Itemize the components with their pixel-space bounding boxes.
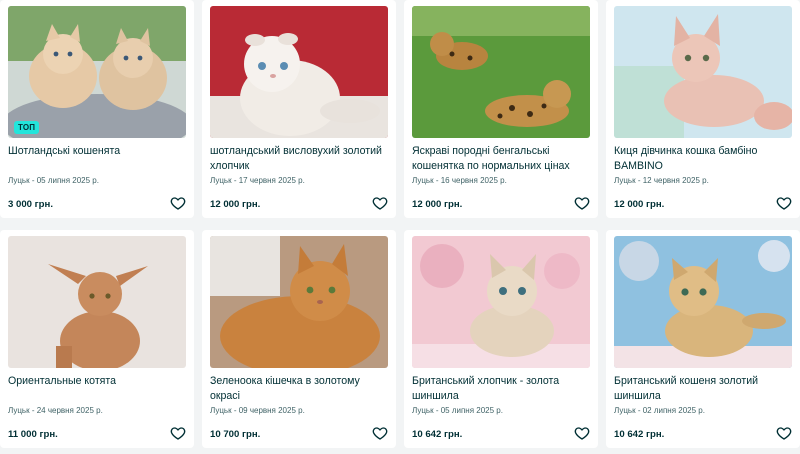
listing-card[interactable]: Киця дівчинка кошка бамбіно BAMBINO Луць… bbox=[606, 0, 800, 218]
listing-title[interactable]: Яскраві породні бенгальські кошенятка по… bbox=[412, 144, 588, 174]
heart-outline-icon[interactable] bbox=[574, 425, 590, 441]
listing-title[interactable]: Шотландські кошенята bbox=[8, 144, 184, 159]
listing-price: 10 700 грн. bbox=[210, 429, 261, 440]
listing-photo[interactable] bbox=[614, 6, 792, 138]
cat-photo bbox=[412, 6, 590, 138]
listing-photo[interactable] bbox=[614, 236, 792, 368]
listing-price: 12 000 грн. bbox=[210, 199, 261, 210]
cat-photo bbox=[8, 6, 186, 138]
listing-location-date: Луцьк - 16 червня 2025 р. bbox=[412, 176, 507, 185]
listing-price: 10 642 грн. bbox=[412, 429, 463, 440]
listing-location-date: Луцьк - 05 липня 2025 р. bbox=[412, 406, 503, 415]
listing-card[interactable]: Яскраві породні бенгальські кошенятка по… bbox=[404, 0, 598, 218]
listing-title[interactable]: Британський хлопчик - золота шиншила bbox=[412, 374, 588, 404]
heart-outline-icon[interactable] bbox=[170, 195, 186, 211]
listing-title[interactable]: Британський кошеня золотий шиншила bbox=[614, 374, 790, 404]
listing-photo[interactable] bbox=[412, 236, 590, 368]
listing-title[interactable]: Киця дівчинка кошка бамбіно BAMBINO bbox=[614, 144, 790, 174]
listing-card[interactable]: Ориентальные котята Луцьк - 24 червня 20… bbox=[0, 230, 194, 448]
heart-outline-icon[interactable] bbox=[776, 425, 792, 441]
listing-card[interactable]: Британський хлопчик - золота шиншила Луц… bbox=[404, 230, 598, 448]
cat-photo bbox=[8, 236, 186, 368]
heart-outline-icon[interactable] bbox=[574, 195, 590, 211]
heart-outline-icon[interactable] bbox=[372, 195, 388, 211]
heart-outline-icon[interactable] bbox=[776, 195, 792, 211]
listing-price: 12 000 грн. bbox=[412, 199, 463, 210]
listing-location-date: Луцьк - 17 червня 2025 р. bbox=[210, 176, 305, 185]
cat-photo bbox=[210, 6, 388, 138]
listing-title[interactable]: Зеленоока кішечка в золотому окрасі bbox=[210, 374, 386, 404]
listing-price: 11 000 грн. bbox=[8, 429, 58, 440]
cat-photo bbox=[614, 6, 792, 138]
listing-price: 3 000 грн. bbox=[8, 199, 53, 210]
listing-grid: ТОП Шотландські кошенята Луцьк - 05 липн… bbox=[0, 0, 800, 454]
listing-photo[interactable] bbox=[210, 6, 388, 138]
heart-outline-icon[interactable] bbox=[372, 425, 388, 441]
listing-price: 12 000 грн. bbox=[614, 199, 665, 210]
listing-title[interactable]: Ориентальные котята bbox=[8, 374, 184, 389]
listing-card[interactable]: Британський кошеня золотий шиншила Луцьк… bbox=[606, 230, 800, 448]
listing-price: 10 642 грн. bbox=[614, 429, 665, 440]
cat-photo bbox=[210, 236, 388, 368]
listing-card[interactable]: шотландський висловухий золотий хлопчик … bbox=[202, 0, 396, 218]
listing-card[interactable]: Зеленоока кішечка в золотому окрасі Луць… bbox=[202, 230, 396, 448]
heart-outline-icon[interactable] bbox=[170, 425, 186, 441]
listing-card[interactable]: ТОП Шотландські кошенята Луцьк - 05 липн… bbox=[0, 0, 194, 218]
listing-photo[interactable] bbox=[412, 6, 590, 138]
cat-photo bbox=[614, 236, 792, 368]
listing-location-date: Луцьк - 09 червня 2025 р. bbox=[210, 406, 305, 415]
listing-location-date: Луцьк - 02 липня 2025 р. bbox=[614, 406, 705, 415]
listing-title[interactable]: шотландський висловухий золотий хлопчик bbox=[210, 144, 386, 174]
listing-photo[interactable]: ТОП bbox=[8, 6, 186, 138]
listing-location-date: Луцьк - 12 червня 2025 р. bbox=[614, 176, 709, 185]
listing-location-date: Луцьк - 24 червня 2025 р. bbox=[8, 406, 103, 415]
listing-photo[interactable] bbox=[210, 236, 388, 368]
cat-photo bbox=[412, 236, 590, 368]
top-badge: ТОП bbox=[14, 121, 40, 134]
listing-location-date: Луцьк - 05 липня 2025 р. bbox=[8, 176, 99, 185]
listing-photo[interactable] bbox=[8, 236, 186, 368]
